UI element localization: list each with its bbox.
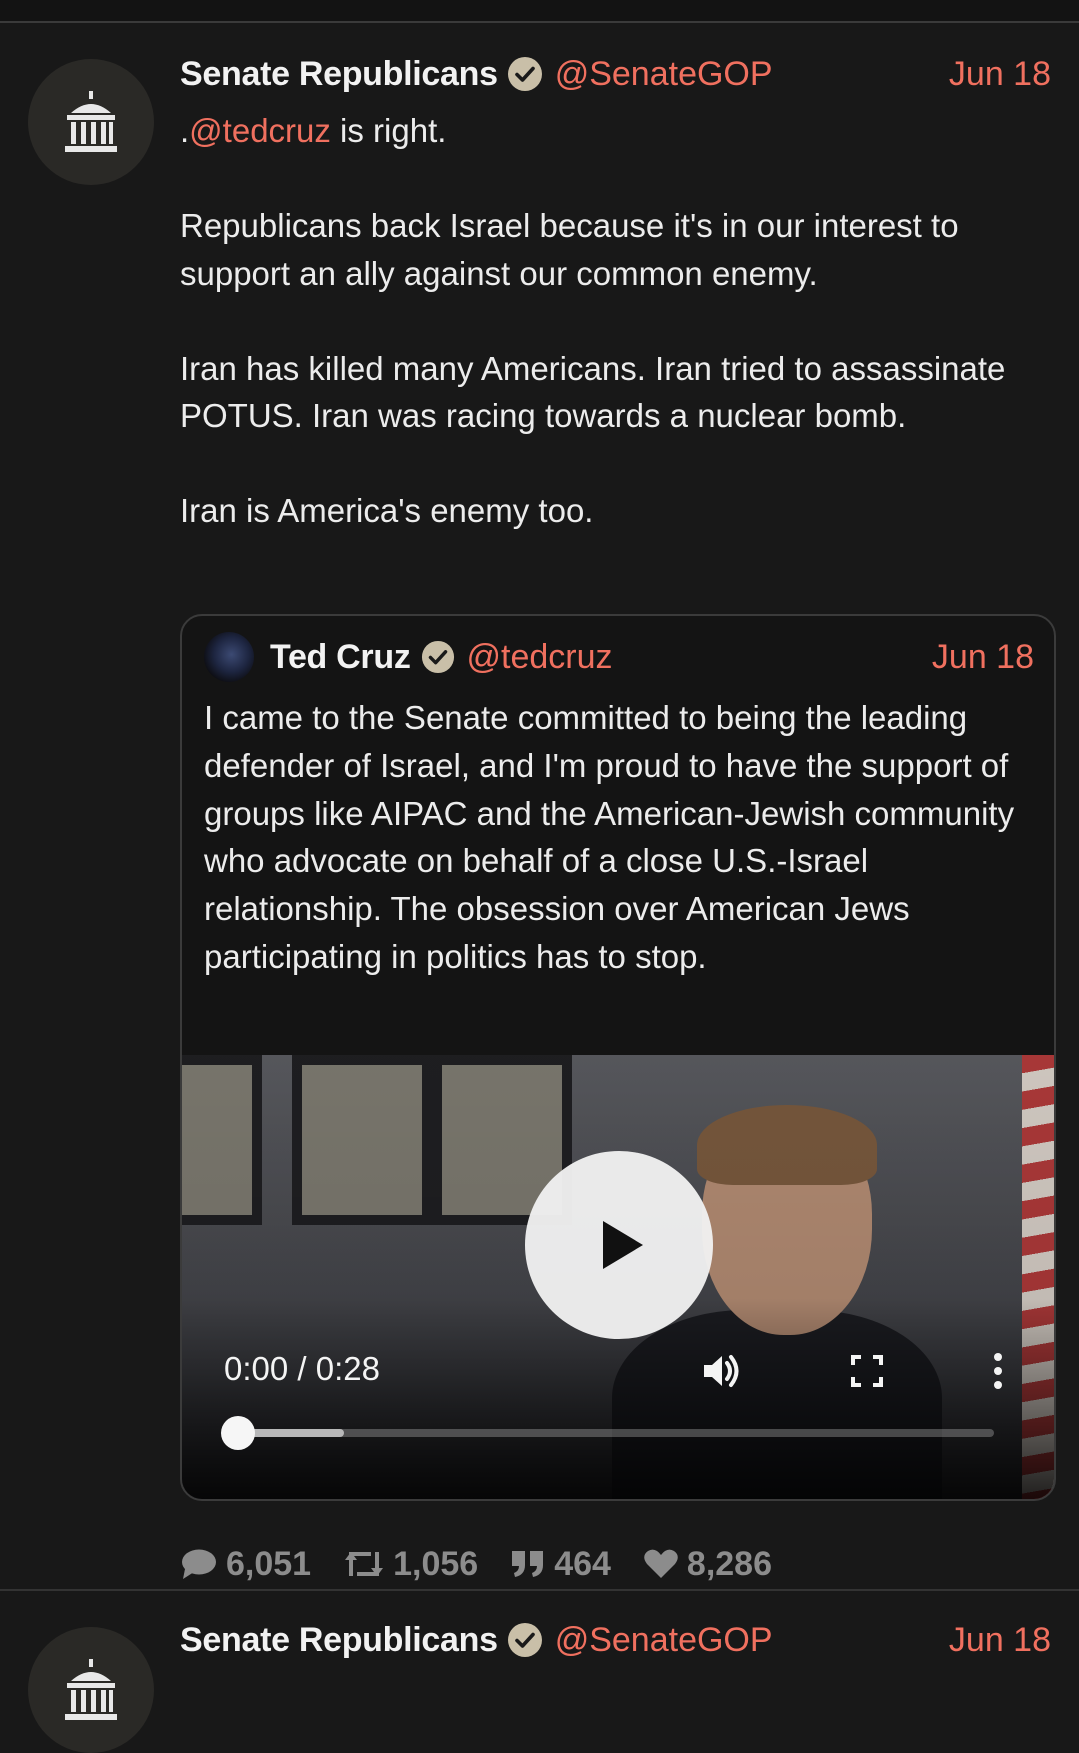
mention-link[interactable]: @tedcruz xyxy=(189,112,331,149)
tweet-text: .@tedcruz is right. Republicans back Isr… xyxy=(180,107,1060,535)
heart-icon xyxy=(644,1549,678,1578)
reply-stat[interactable]: 6,051 xyxy=(180,1545,311,1584)
tweet[interactable]: Senate Republicans @SenateGOP Jun 18 .@t… xyxy=(0,23,1079,1589)
author-name[interactable]: Senate Republicans xyxy=(180,55,498,94)
verified-badge-icon xyxy=(507,1623,542,1657)
video-progress-bar[interactable] xyxy=(221,1416,994,1450)
verified-badge-icon xyxy=(421,640,454,674)
quote-count: 464 xyxy=(554,1544,611,1583)
volume-icon[interactable] xyxy=(700,1349,744,1393)
video-time: 0:00 / 0:28 xyxy=(224,1350,380,1387)
retweet-stat[interactable]: 1,056 xyxy=(343,1545,478,1584)
tweet-first-line: .@tedcruz is right. xyxy=(180,107,1060,155)
quoted-tweet-header: Ted Cruz @tedcruz Jun 18 xyxy=(270,634,1034,680)
video-scrub-handle[interactable] xyxy=(221,1416,255,1450)
fullscreen-icon[interactable] xyxy=(845,1349,889,1393)
quote-icon xyxy=(512,1551,544,1577)
quoted-tweet-text: I came to the Senate committed to being … xyxy=(204,699,1015,975)
like-count: 8,286 xyxy=(686,1544,773,1583)
quoted-avatar[interactable] xyxy=(204,632,254,682)
tweet[interactable]: Senate Republicans @SenateGOP Jun 18 xyxy=(0,1591,1079,1753)
tweet-paragraph: Iran has killed many Americans. Iran tri… xyxy=(180,349,1006,435)
quote-stat[interactable]: 464 xyxy=(510,1545,611,1584)
author-name[interactable]: Senate Republicans xyxy=(180,1621,498,1660)
retweet-icon xyxy=(345,1552,384,1576)
play-icon xyxy=(603,1221,643,1269)
top-bar xyxy=(0,0,1079,23)
tweet-paragraph: Republicans back Israel because it's in … xyxy=(180,207,959,292)
tweet-date[interactable]: Jun 18 xyxy=(949,55,1051,94)
capitol-dome-icon xyxy=(65,91,117,152)
avatar[interactable] xyxy=(28,59,154,185)
like-stat[interactable]: 8,286 xyxy=(643,1545,772,1584)
tweet-stats: 6,051 1,056 464 8,286 xyxy=(180,1539,804,1589)
quoted-tweet[interactable]: Ted Cruz @tedcruz Jun 18 I came to the S… xyxy=(180,614,1056,1501)
author-handle[interactable]: @SenateGOP xyxy=(555,1621,773,1660)
text-suffix: is right. xyxy=(330,112,447,149)
video-player[interactable]: 0:00 / 0:28 xyxy=(182,1055,1054,1499)
retweet-count: 1,056 xyxy=(393,1544,479,1583)
text-prefix: . xyxy=(180,112,190,149)
quoted-tweet-date[interactable]: Jun 18 xyxy=(932,638,1034,677)
avatar[interactable] xyxy=(28,1627,154,1753)
capitol-dome-icon xyxy=(65,1659,117,1720)
tweet-header: Senate Republicans @SenateGOP Jun 18 xyxy=(180,51,1051,97)
tweet-date[interactable]: Jun 18 xyxy=(949,1621,1051,1660)
quoted-author-name[interactable]: Ted Cruz xyxy=(270,638,411,677)
tweet-header: Senate Republicans @SenateGOP Jun 18 xyxy=(180,1617,1051,1663)
reply-count: 6,051 xyxy=(226,1544,312,1583)
verified-badge-icon xyxy=(507,57,542,91)
quoted-author-handle[interactable]: @tedcruz xyxy=(467,638,613,677)
author-handle[interactable]: @SenateGOP xyxy=(555,55,773,94)
play-button[interactable] xyxy=(525,1151,713,1339)
reply-icon xyxy=(182,1549,216,1579)
more-options-icon[interactable] xyxy=(976,1349,1020,1393)
tweet-paragraph: Iran is America's enemy too. xyxy=(180,492,594,529)
